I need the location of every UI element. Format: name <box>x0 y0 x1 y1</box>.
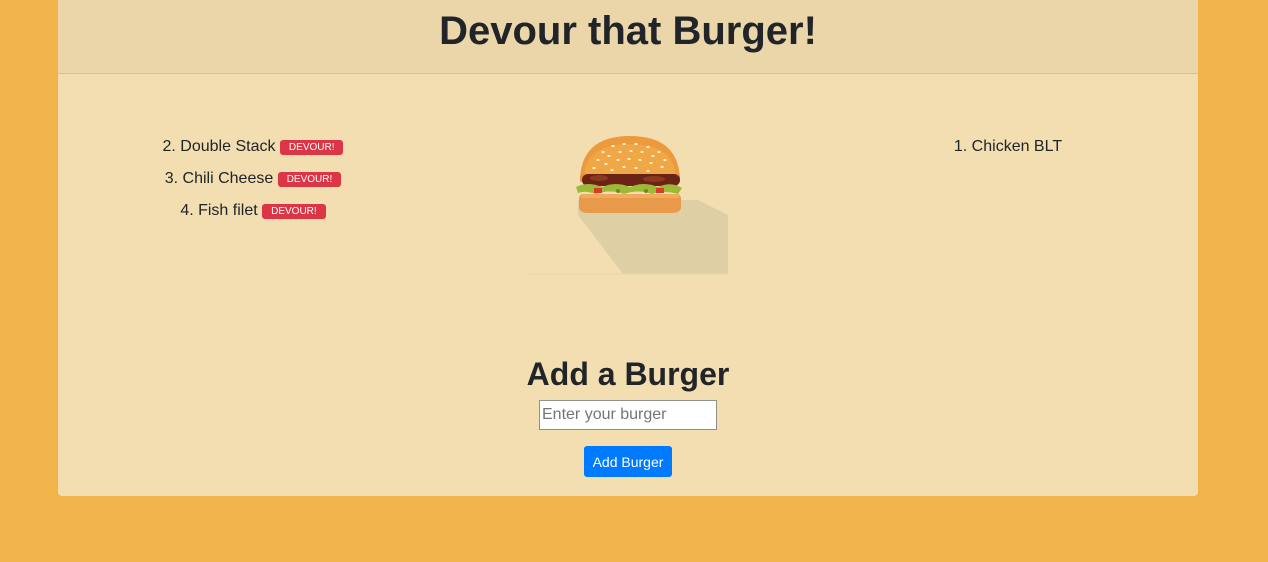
devour-button[interactable]: DEVOUR! <box>279 140 344 155</box>
add-burger-button[interactable]: Add Burger <box>584 446 672 477</box>
list-item: 3. Chili Cheese DEVOUR! <box>58 168 448 200</box>
list-item: 2. Double Stack DEVOUR! <box>58 136 448 168</box>
burger-name: 4. Fish filet <box>180 202 258 219</box>
burger-image <box>528 136 728 275</box>
burger-name-input[interactable] <box>539 400 717 430</box>
list-item: 4. Fish filet DEVOUR! <box>58 200 448 232</box>
devour-button[interactable]: DEVOUR! <box>277 172 342 187</box>
main-card: Devour that Burger! 2. Double Stack DEVO… <box>58 0 1198 496</box>
devour-button[interactable]: DEVOUR! <box>262 204 326 219</box>
page-title: Devour that Burger! <box>439 9 817 53</box>
list-item: 1. Chicken BLT <box>818 136 1198 168</box>
devoured-burger-list: 1. Chicken BLT <box>818 136 1198 168</box>
burger-name: 1. Chicken BLT <box>953 138 1063 155</box>
burger-name: 3. Chili Cheese <box>164 170 274 187</box>
add-burger-title: Add a Burger <box>526 356 730 392</box>
uneaten-burger-list: 2. Double Stack DEVOUR! 3. Chili Cheese … <box>58 136 448 232</box>
card-header: Devour that Burger! <box>58 0 1198 74</box>
burger-name: 2. Double Stack <box>162 138 276 155</box>
